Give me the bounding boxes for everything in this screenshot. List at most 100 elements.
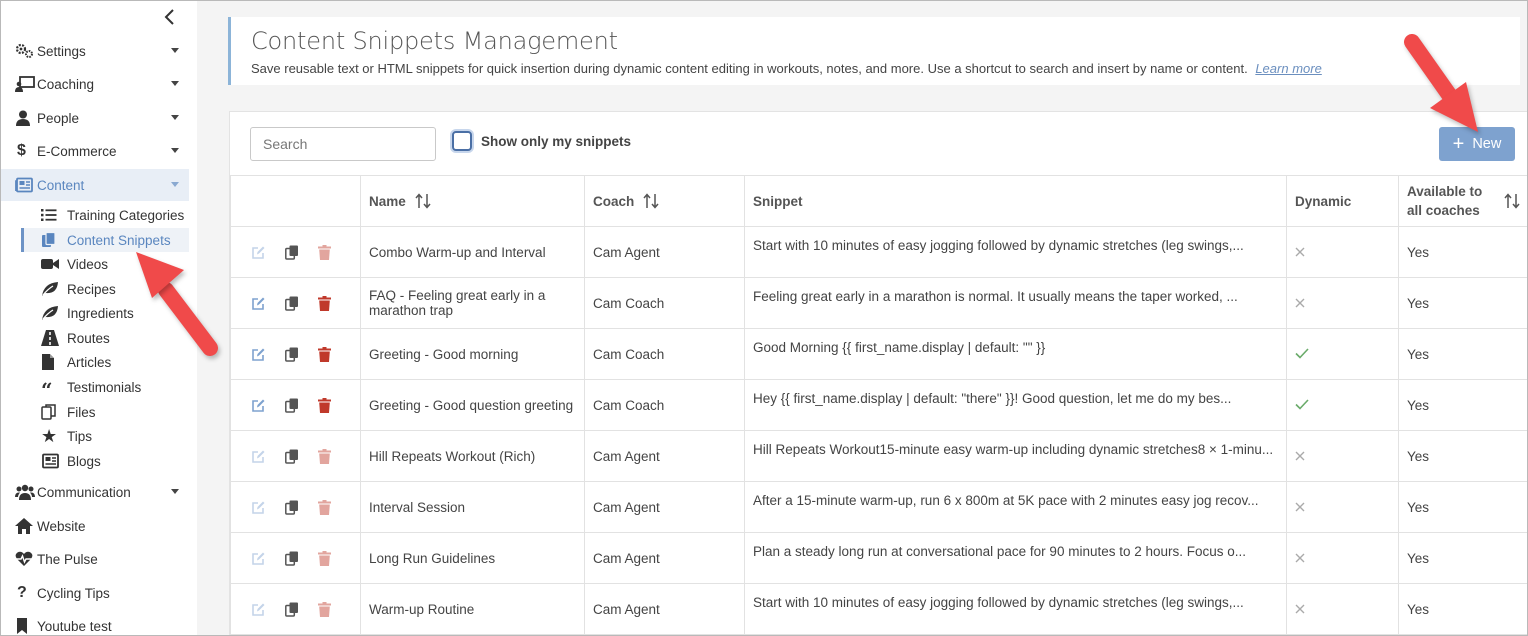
duplicate-icon[interactable] <box>284 245 319 260</box>
chalkboard-teacher-icon <box>15 75 37 93</box>
sidebar-subitem-content-snippets[interactable]: Content Snippets <box>21 228 189 252</box>
row-actions-cell <box>230 277 361 329</box>
edit-icon[interactable] <box>251 347 285 362</box>
search-input[interactable] <box>250 127 436 161</box>
collapse-sidebar-button[interactable] <box>161 7 179 27</box>
files-icon <box>41 403 67 421</box>
copy-icon <box>41 231 67 249</box>
edit-icon[interactable] <box>251 602 285 617</box>
sidebar-subitem-articles[interactable]: Articles <box>21 350 189 374</box>
duplicate-icon[interactable] <box>284 449 319 464</box>
coach-cell: Cam Agent <box>584 583 745 635</box>
caret-down-icon <box>171 48 179 53</box>
sort-icon[interactable] <box>1503 192 1521 210</box>
sidebar-subitem-tips[interactable]: ★ Tips <box>21 424 189 448</box>
sort-icon[interactable] <box>642 192 660 210</box>
sidebar-item-communication[interactable]: Communication <box>1 476 189 508</box>
sidebar-subitem-label: Ingredients <box>67 305 134 321</box>
sidebar-subitem-label: Routes <box>67 330 110 346</box>
sidebar-subitem-label: Videos <box>67 256 109 272</box>
sidebar-item-label: E-Commerce <box>37 143 117 159</box>
snippet-cell: Start with 10 minutes of easy jogging fo… <box>744 583 1287 635</box>
sidebar-item-youtube-test[interactable]: Youtube test <box>1 610 189 635</box>
road-icon <box>41 329 67 347</box>
edit-icon[interactable] <box>251 245 285 260</box>
snippet-cell: Hey {{ first_name.display | default: "th… <box>744 379 1287 431</box>
sidebar-subitem-training-categories[interactable]: Training Categories <box>21 203 189 227</box>
snippet-preview: After a 15-minute warm-up, run 6 x 800m … <box>753 493 1259 508</box>
duplicate-icon[interactable] <box>284 347 319 362</box>
snippets-panel: Show only my snippets + New Name Coach S… <box>229 111 1528 636</box>
delete-icon[interactable] <box>318 397 352 413</box>
heartbeat-icon <box>15 550 37 568</box>
sidebar-item-cycling-tips[interactable]: ? Cycling Tips <box>1 577 189 609</box>
sidebar-subitem-ingredients[interactable]: Ingredients <box>21 301 189 325</box>
sidebar-subitem-label: Tips <box>67 428 93 444</box>
sort-icon[interactable] <box>414 192 432 210</box>
gears-icon <box>15 42 37 60</box>
sidebar-item-people[interactable]: People <box>1 102 189 134</box>
duplicate-icon[interactable] <box>284 602 319 617</box>
snippet-name-cell: Greeting - Good question greeting <box>360 379 585 431</box>
snippet-cell: Feeling great early in a marathon is nor… <box>744 277 1287 329</box>
available-header-label: Available to all coaches <box>1407 184 1483 218</box>
new-snippet-button[interactable]: + New <box>1439 127 1515 161</box>
sidebar-item-label: Youtube test <box>37 618 112 634</box>
table-row: Hill Repeats Workout (Rich) Cam Agent Hill… <box>230 430 1528 482</box>
edit-icon[interactable] <box>251 398 285 413</box>
snippet-preview: Good Morning {{ first_name.display | def… <box>753 340 1046 355</box>
sidebar-item-coaching[interactable]: Coaching <box>1 68 189 100</box>
x-icon <box>1295 245 1305 260</box>
row-actions-cell <box>230 532 361 584</box>
show-only-my-snippets-checkbox[interactable] <box>452 131 472 151</box>
show-only-my-snippets-label: Show only my snippets <box>481 133 632 149</box>
leaf-icon <box>41 304 67 322</box>
caret-down-icon <box>171 489 179 494</box>
row-actions-cell <box>230 430 361 482</box>
name-column-header[interactable]: Name <box>360 175 585 227</box>
delete-icon[interactable] <box>318 550 352 566</box>
page-description: Save reusable text or HTML snippets for … <box>251 61 1322 76</box>
edit-icon[interactable] <box>251 296 285 311</box>
dynamic-cell <box>1286 277 1399 329</box>
row-actions-cell <box>230 226 361 278</box>
sidebar-item-website[interactable]: Website <box>1 510 189 542</box>
delete-icon[interactable] <box>318 448 352 464</box>
sidebar-subitem-routes[interactable]: Routes <box>21 326 189 350</box>
duplicate-icon[interactable] <box>284 551 319 566</box>
duplicate-icon[interactable] <box>284 296 319 311</box>
coach-column-header[interactable]: Coach <box>584 175 745 227</box>
delete-icon[interactable] <box>318 499 352 515</box>
sidebar-subitem-recipes[interactable]: Recipes <box>21 277 189 301</box>
sidebar-subitem-files[interactable]: Files <box>21 400 189 424</box>
delete-icon[interactable] <box>318 295 352 311</box>
duplicate-icon[interactable] <box>284 500 319 515</box>
delete-icon[interactable] <box>318 601 352 617</box>
sidebar-subitem-testimonials[interactable]: “ Testimonials <box>21 375 189 401</box>
sidebar-subitem-videos[interactable]: Videos <box>21 252 189 276</box>
delete-icon[interactable] <box>318 346 352 362</box>
sidebar-item-settings[interactable]: Settings <box>1 35 189 67</box>
sidebar-item-ecommerce[interactable]: $ E-Commerce <box>1 135 189 167</box>
available-column-header[interactable]: Available to all coaches <box>1398 175 1528 227</box>
sidebar-item-content[interactable]: Content <box>1 169 189 201</box>
sidebar-subitem-label: Recipes <box>67 281 116 297</box>
x-icon <box>1295 602 1305 617</box>
edit-icon[interactable] <box>251 449 285 464</box>
dynamic-cell <box>1286 430 1399 482</box>
sidebar-subitem-label: Articles <box>67 354 112 370</box>
person-icon <box>15 109 37 127</box>
sidebar-item-label: Website <box>37 518 86 534</box>
sidebar-item-the-pulse[interactable]: The Pulse <box>1 543 189 575</box>
coach-cell: Cam Agent <box>584 226 745 278</box>
delete-icon[interactable] <box>318 244 352 260</box>
sidebar: Settings Coaching People $ E-Commerce Co… <box>1 1 197 635</box>
edit-icon[interactable] <box>251 551 285 566</box>
edit-icon[interactable] <box>251 500 285 515</box>
learn-more-link[interactable]: Learn more <box>1255 61 1321 76</box>
snippet-preview: Start with 10 minutes of easy jogging fo… <box>753 595 1244 610</box>
snippet-cell: Start with 10 minutes of easy jogging fo… <box>744 226 1287 278</box>
duplicate-icon[interactable] <box>284 398 319 413</box>
show-only-my-snippets-toggle[interactable]: Show only my snippets <box>452 131 631 151</box>
sidebar-subitem-blogs[interactable]: Blogs <box>21 449 189 473</box>
